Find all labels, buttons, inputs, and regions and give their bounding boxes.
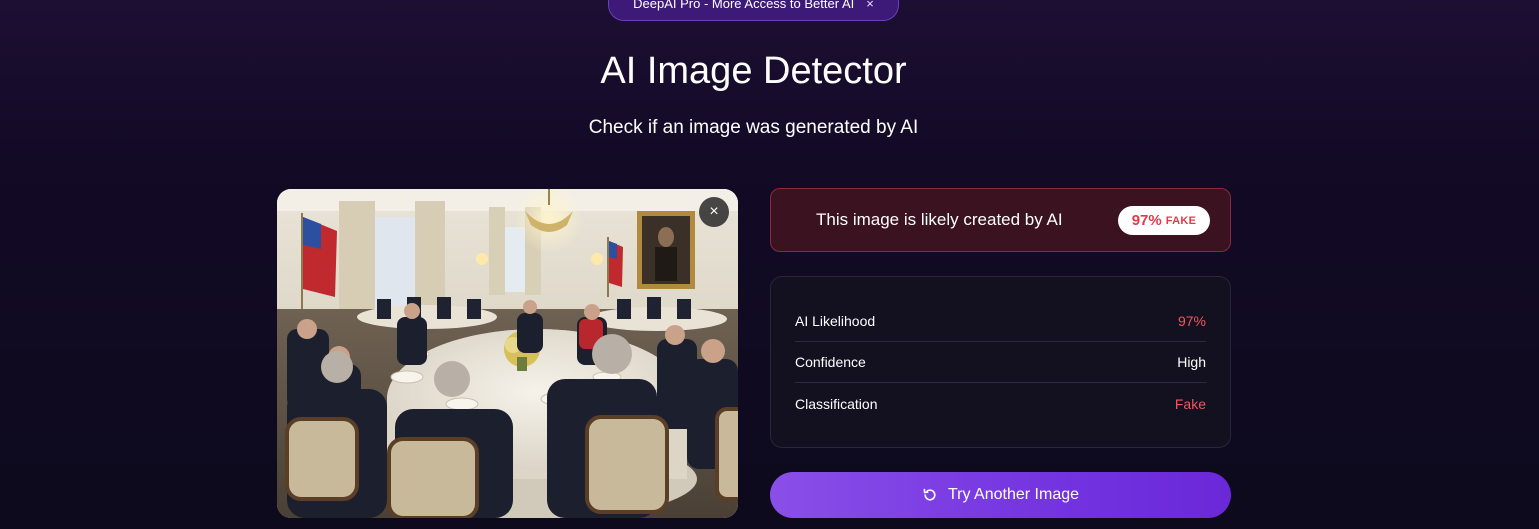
- detail-value: 97%: [1177, 313, 1206, 329]
- try-another-image-button[interactable]: Try Another Image: [770, 472, 1231, 518]
- result-badge-percent: 97%: [1131, 212, 1162, 229]
- uploaded-image-preview: [277, 189, 738, 518]
- detail-label: Classification: [795, 395, 878, 412]
- refresh-icon: [922, 487, 938, 503]
- details-card: AI Likelihood 97% Confidence High Classi…: [770, 276, 1231, 448]
- detail-value: High: [1177, 354, 1206, 370]
- detail-row-ai-likelihood: AI Likelihood 97%: [795, 301, 1206, 342]
- page-title: AI Image Detector: [600, 50, 907, 92]
- promo-banner-text[interactable]: DeepAI Pro - More Access to Better AI: [633, 0, 854, 11]
- detail-label: AI Likelihood: [795, 313, 876, 329]
- detail-row-confidence: Confidence High: [795, 342, 1206, 383]
- detail-row-classification: Classification Fake: [795, 383, 1206, 424]
- promo-close-icon[interactable]: ×: [866, 0, 874, 11]
- try-another-image-label: Try Another Image: [947, 486, 1080, 503]
- result-message: This image is likely created by AI: [816, 210, 1063, 229]
- promo-banner[interactable]: DeepAI Pro - More Access to Better AI ×: [608, 0, 899, 21]
- remove-image-close-icon[interactable]: ×: [699, 197, 729, 227]
- banquet-photo: [277, 189, 738, 518]
- result-badge: 97% FAKE: [1118, 206, 1210, 235]
- result-banner: This image is likely created by AI 97% F…: [770, 188, 1231, 252]
- page-subtitle: Check if an image was generated by AI: [588, 117, 919, 138]
- detail-value: Fake: [1174, 395, 1206, 412]
- result-badge-label: FAKE: [1165, 214, 1197, 227]
- detail-label: Confidence: [795, 354, 866, 370]
